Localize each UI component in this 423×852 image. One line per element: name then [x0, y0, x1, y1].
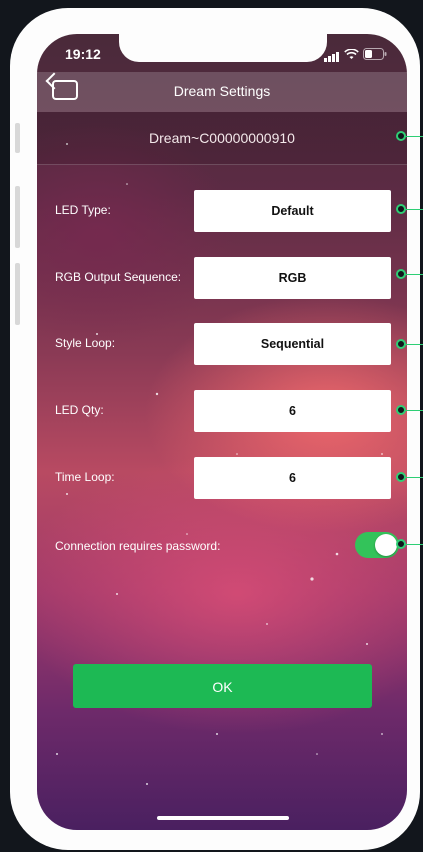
callout-line — [404, 544, 423, 545]
status-bar: 19:12 — [37, 34, 407, 76]
callout-marker — [396, 204, 406, 214]
device-name: Dream~C00000000910 — [37, 112, 407, 165]
style-loop-select[interactable]: Sequential — [194, 323, 391, 365]
callout-marker — [396, 405, 406, 415]
callout-line — [404, 344, 423, 345]
callout-marker — [396, 539, 406, 549]
setting-row-led-qty: LED Qty: 6 — [55, 390, 391, 432]
callout-marker — [396, 472, 406, 482]
app-screen: 19:12 Dream Settings Dream~C00000000910 … — [37, 34, 407, 830]
time-loop-input[interactable]: 6 — [194, 457, 391, 499]
callout-marker — [396, 269, 406, 279]
setting-label-led-qty: LED Qty: — [55, 403, 104, 417]
page-title: Dream Settings — [173, 83, 271, 99]
status-time: 19:12 — [65, 46, 101, 62]
callout-line — [404, 136, 423, 137]
setting-row-style-loop: Style Loop: Sequential — [55, 323, 391, 365]
led-type-select[interactable]: Default — [194, 190, 391, 232]
wifi-icon — [344, 48, 359, 59]
callout-line — [404, 274, 423, 275]
setting-label-rgb-sequence: RGB Output Sequence: — [55, 270, 182, 284]
setting-label-led-type: LED Type: — [55, 203, 111, 217]
setting-label-style-loop: Style Loop: — [55, 336, 116, 350]
home-indicator[interactable] — [157, 816, 289, 820]
signal-icon — [324, 46, 340, 62]
password-toggle[interactable] — [355, 532, 399, 558]
volume-down-button — [15, 263, 20, 325]
volume-up-button — [15, 186, 20, 248]
mute-switch — [15, 123, 20, 153]
rgb-sequence-select[interactable]: RGB — [194, 257, 391, 299]
callout-marker — [396, 131, 406, 141]
callout-line — [404, 209, 423, 210]
battery-icon — [363, 48, 387, 60]
callout-marker — [396, 339, 406, 349]
toggle-knob — [375, 534, 397, 556]
setting-row-led-type: LED Type: Default — [55, 190, 391, 232]
ok-button[interactable]: OK — [73, 664, 372, 708]
setting-label-password: Connection requires password: — [55, 539, 221, 553]
led-qty-input[interactable]: 6 — [194, 390, 391, 432]
setting-row-password: Connection requires password: — [55, 532, 399, 560]
callout-line — [404, 410, 423, 411]
navigation-bar: Dream Settings — [37, 72, 407, 112]
setting-row-rgb-sequence: RGB Output Sequence: RGB — [55, 257, 391, 299]
camera-notch — [119, 34, 327, 62]
callout-line — [404, 477, 423, 478]
setting-label-time-loop: Time Loop: — [55, 470, 115, 484]
setting-row-time-loop: Time Loop: 6 — [55, 457, 391, 499]
